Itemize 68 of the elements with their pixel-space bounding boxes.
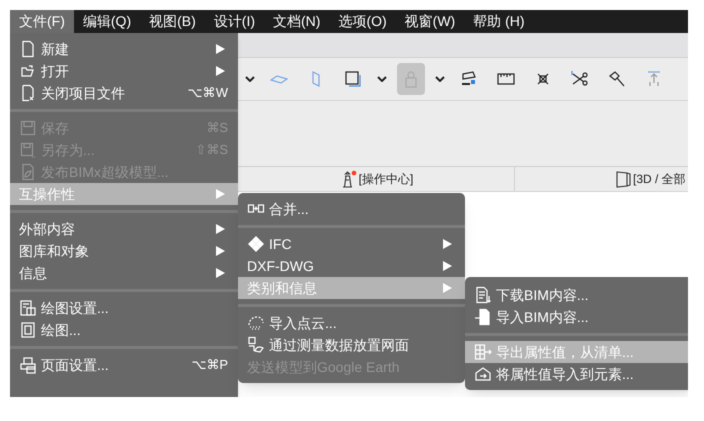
cube-icon bbox=[615, 170, 631, 188]
menu-item[interactable]: 导入BIM内容... bbox=[465, 306, 688, 328]
survey-mesh-icon bbox=[247, 336, 265, 354]
point-cloud-icon bbox=[247, 314, 265, 332]
menu-item-label: 导入点云... bbox=[269, 314, 337, 332]
menu-bar-item[interactable]: 选项(O) bbox=[329, 10, 396, 33]
menu-item[interactable]: 通过测量数据放置网面 bbox=[238, 334, 465, 356]
menu-item-label: 互操作性 bbox=[19, 184, 75, 204]
ifc-logo-icon bbox=[247, 235, 265, 253]
menu-item[interactable]: 新建 bbox=[10, 38, 238, 60]
view-tab[interactable]: [3D / 全部 bbox=[515, 167, 686, 191]
menu-item-label: 信息 bbox=[19, 264, 47, 282]
menu-item-label: 下载BIM内容... bbox=[496, 286, 589, 304]
menu-bar-item[interactable]: 视图(B) bbox=[140, 10, 205, 33]
scissors-icon bbox=[571, 70, 589, 88]
box-import-icon bbox=[474, 365, 492, 383]
menu-item-label: 外部内容 bbox=[19, 220, 75, 238]
menu-item-label: 打开 bbox=[41, 62, 69, 80]
menu-item[interactable]: 导入点云... bbox=[238, 312, 465, 334]
menu-item[interactable]: 将属性值导入到元素... bbox=[465, 363, 688, 385]
table-export-icon bbox=[474, 343, 492, 361]
menu-item-label: 类别和信息 bbox=[247, 278, 317, 298]
menu-bar-item[interactable]: 设计(I) bbox=[204, 10, 264, 33]
menu-item-label: 关闭项目文件 bbox=[41, 84, 125, 102]
caret-icon bbox=[435, 76, 445, 82]
menu-item-label: 图库和对象 bbox=[19, 242, 89, 260]
mesh-icon bbox=[460, 70, 478, 88]
menu-item-label: 新建 bbox=[41, 40, 69, 58]
menu-item[interactable]: IFC bbox=[238, 233, 465, 255]
menu-item[interactable]: 下载BIM内容... bbox=[465, 284, 688, 306]
menu-item[interactable]: DXF-DWG bbox=[238, 255, 465, 277]
menu-item-label: 合并... bbox=[269, 200, 309, 218]
menu-item[interactable]: 关闭项目文件 ⌥⌘W bbox=[10, 82, 238, 104]
menu-item[interactable]: 合并... bbox=[238, 198, 465, 220]
axe-icon bbox=[608, 70, 626, 88]
drawing-icon bbox=[19, 321, 37, 339]
menu-item[interactable]: 图库和对象 bbox=[10, 240, 238, 262]
menu-item-label: 将属性值导入到元素... bbox=[496, 364, 634, 384]
square-icon bbox=[344, 70, 362, 88]
menu-item-label: IFC bbox=[269, 234, 292, 254]
shortcut-label: ⌥⌘W bbox=[188, 84, 228, 102]
menu-bar-item[interactable]: 文档(N) bbox=[264, 10, 330, 33]
menu-item[interactable]: 页面设置... ⌥⌘P bbox=[10, 354, 238, 376]
floppy-disk-icon bbox=[19, 141, 37, 159]
shortcut-label: ⌥⌘P bbox=[191, 356, 228, 374]
menu-item-label: DXF-DWG bbox=[247, 256, 314, 276]
menu-bar-item[interactable]: 帮助 (H) bbox=[464, 10, 534, 33]
menu-item-label: 绘图... bbox=[41, 320, 81, 340]
document-import-icon bbox=[474, 308, 492, 326]
menu-bar-item[interactable]: 视窗(W) bbox=[396, 10, 464, 33]
menu-item-label: 通过测量数据放置网面 bbox=[269, 336, 409, 354]
menu-item[interactable]: 信息 bbox=[10, 262, 238, 284]
menu-bar-item[interactable]: 编辑(Q) bbox=[74, 10, 140, 33]
menu-item-label: 导入BIM内容... bbox=[496, 308, 589, 326]
menu-item-label: 绘图设置... bbox=[41, 298, 109, 318]
printer-icon bbox=[19, 356, 37, 374]
menu-item-label: 页面设置... bbox=[41, 356, 109, 374]
document-download-icon bbox=[474, 286, 492, 304]
menu-item[interactable]: 绘图设置... bbox=[10, 297, 238, 319]
menu-item-label: 导出属性值，从清单... bbox=[496, 342, 634, 362]
menu-item[interactable]: 绘图... bbox=[10, 319, 238, 341]
trim-icon bbox=[645, 70, 663, 88]
caret-icon bbox=[377, 76, 387, 82]
menu-item[interactable]: 外部内容 bbox=[10, 218, 238, 240]
drawing-settings-icon bbox=[19, 299, 37, 317]
menu-bar-item[interactable]: 文件(F) bbox=[10, 10, 74, 33]
caret-icon bbox=[245, 76, 255, 82]
menu-item[interactable]: 打开 bbox=[10, 60, 238, 82]
